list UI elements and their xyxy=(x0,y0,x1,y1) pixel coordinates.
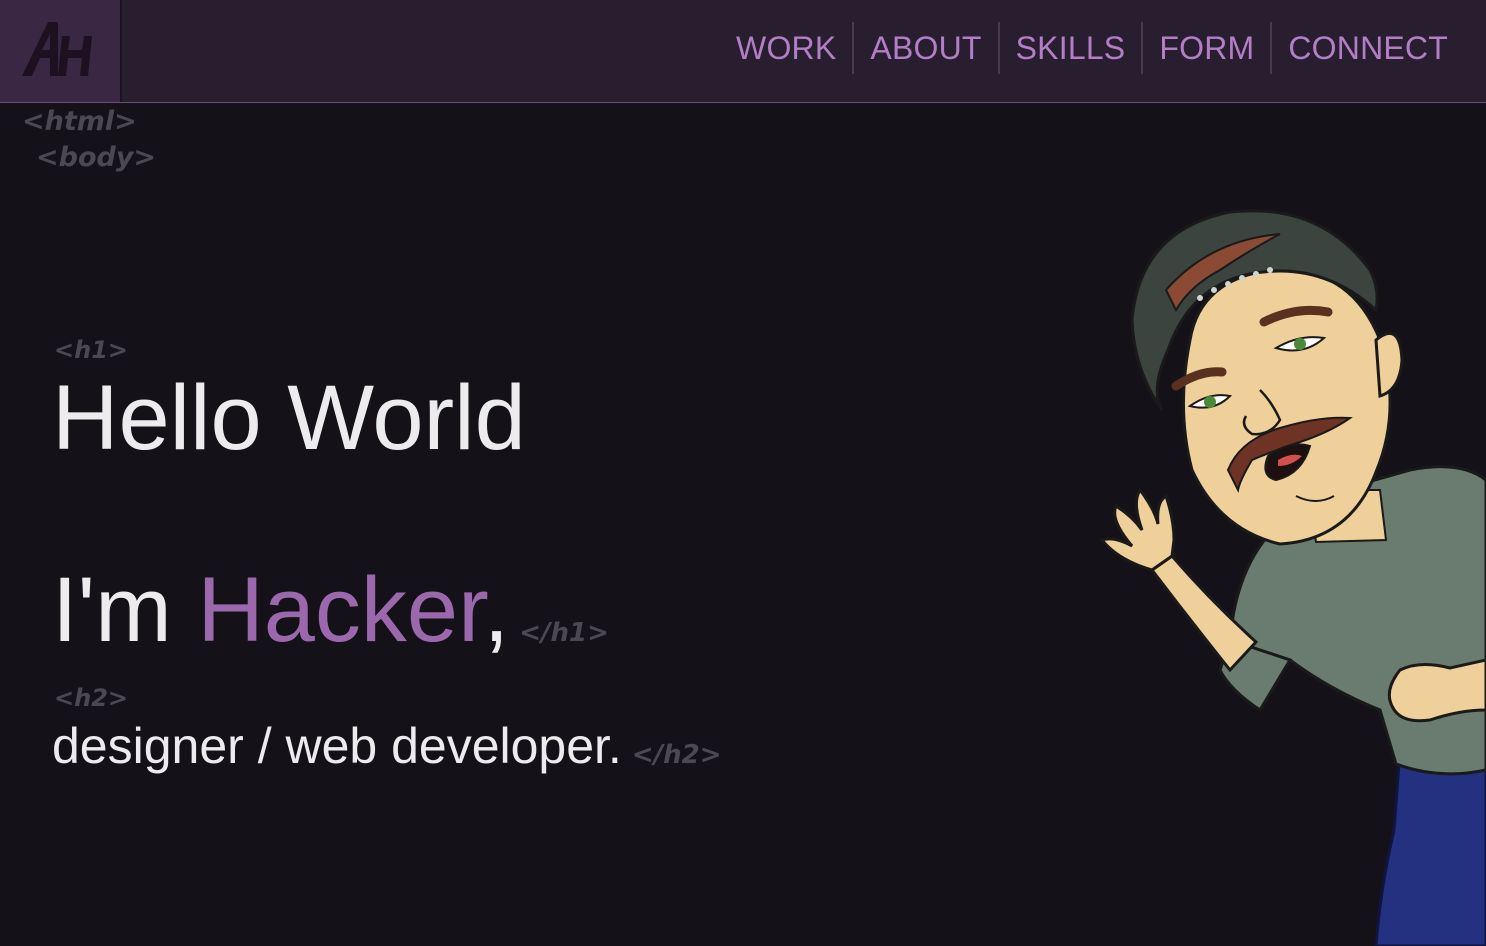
h1-close-tag: </h1> xyxy=(519,618,609,648)
logo-link[interactable]: AH xyxy=(0,0,122,102)
html-open-tag: <html> xyxy=(22,106,137,137)
main-nav: WORK ABOUT SKILLS FORM CONNECT xyxy=(720,22,1448,74)
nav-skills-link[interactable]: SKILLS xyxy=(1000,22,1142,74)
hero-heading-line-2: I'm Hacker, </h1> xyxy=(52,564,609,679)
hero-subtitle-text: designer / web developer. xyxy=(52,718,622,774)
hero-heading-line-1: Hello World xyxy=(52,367,526,469)
logo-icon: AH xyxy=(22,22,92,76)
nav-form-link[interactable]: FORM xyxy=(1143,22,1270,74)
h1-open-tag: <h1> xyxy=(54,336,129,364)
hero-comma: , xyxy=(483,559,510,661)
top-navigation-bar: AH WORK ABOUT SKILLS FORM CONNECT xyxy=(0,0,1486,103)
nav-work-link[interactable]: WORK xyxy=(720,22,852,74)
body-open-tag: <body> xyxy=(36,142,157,173)
nav-about-link[interactable]: ABOUT xyxy=(854,22,997,74)
h2-open-tag: <h2> xyxy=(54,684,129,712)
nav-connect-link[interactable]: CONNECT xyxy=(1272,22,1448,74)
hero-subtitle: designer / web developer. </h2> xyxy=(52,718,722,783)
avatar-caricature-icon xyxy=(1099,209,1486,946)
h2-close-tag: </h2> xyxy=(631,740,722,770)
hero-intro-text: I'm xyxy=(52,559,198,661)
hero-name: Hacker xyxy=(197,559,484,661)
